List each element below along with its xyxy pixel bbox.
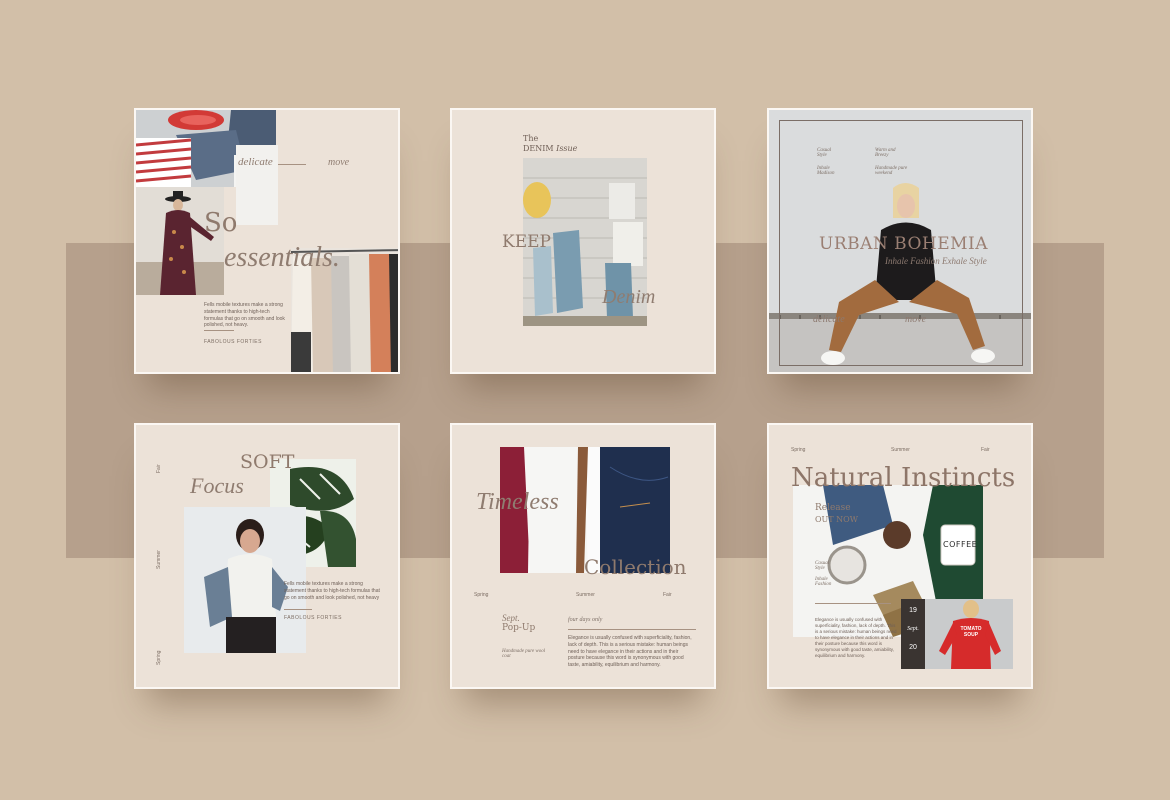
- template-card-natural-instincts[interactable]: Spring Summer Fair COFFEE Natural Instin…: [767, 423, 1033, 689]
- title-soft: SOFT: [240, 451, 295, 473]
- footer-divider: [284, 609, 312, 610]
- template-card-denim-issue[interactable]: The DENIM Issue KEEP Denim: [450, 108, 716, 374]
- issue-the: The: [523, 134, 539, 143]
- woman-hat-illustration: [136, 187, 224, 295]
- title-essentials: essentials.: [224, 242, 340, 273]
- note-fashion: Fashion: [815, 582, 832, 587]
- season-fair: Fair: [663, 592, 672, 598]
- template-card-timeless-collection[interactable]: Timeless Collection Spring Summer Fair S…: [450, 423, 716, 689]
- body-text: Fells mobile textures make a strong stat…: [204, 302, 285, 329]
- footer-label: FABOLOUS FORTIES: [204, 339, 262, 345]
- date-popup: Pop-Up: [502, 623, 536, 633]
- body-text: Elegance is usually confused with superf…: [568, 635, 692, 668]
- mug-label: COFFEE: [943, 540, 978, 549]
- season-summer: Summer: [576, 592, 595, 598]
- season-summer: Summer: [891, 447, 910, 453]
- footer-divider: [204, 330, 234, 331]
- sweater-text: TOMATO SOUP: [960, 626, 982, 638]
- woman-portrait-illustration: [184, 507, 306, 653]
- four-days-only: four days only: [568, 617, 603, 623]
- issue-label: DENIM Issue: [523, 144, 577, 153]
- word-denim: Denim: [602, 286, 656, 308]
- desert-woman-photo: [136, 187, 224, 295]
- note-madison: Madison: [817, 171, 835, 176]
- word-delicate: delicate: [238, 156, 273, 168]
- note-style: Style: [817, 153, 827, 158]
- notes-list: Casual Style Inhale Fashion: [815, 561, 831, 587]
- date-20: 20: [909, 644, 917, 651]
- body-text: Elegance is usually confused with superf…: [815, 617, 897, 659]
- release-label: Release: [815, 503, 851, 513]
- red-sweater-photo: TOMATO SOUP: [925, 599, 1013, 669]
- template-card-so-essentials[interactable]: delicate move So essentials. Fells mobil…: [134, 108, 400, 374]
- title-urban-bohemia: URBAN BOHEMIA: [819, 234, 989, 254]
- title-collection: Collection: [584, 555, 687, 579]
- handmade-note: Handmade pure wool coat: [502, 649, 546, 659]
- word-keep: KEEP: [502, 232, 551, 252]
- title-timeless: Timeless: [476, 489, 559, 515]
- template-card-urban-bohemia[interactable]: Casual Style Inhale Madison Warm and Bre…: [767, 108, 1033, 374]
- body-text: Fells mobile textures make a strong stat…: [284, 581, 380, 601]
- date-19: 19: [909, 607, 917, 614]
- title-focus: Focus: [190, 473, 244, 498]
- word-move: move: [905, 314, 927, 325]
- season-spring: Spring: [791, 447, 806, 453]
- season-fair: Fair: [981, 447, 990, 453]
- divider-line: [815, 603, 891, 604]
- woman-portrait-photo: [184, 507, 306, 653]
- notes-left: Casual Style Inhale Madison: [817, 148, 835, 176]
- divider-line: [278, 164, 306, 165]
- template-card-soft-focus[interactable]: Fair Summer Spring SOFT Focus Fells mobi…: [134, 423, 400, 689]
- issue-word: Issue: [556, 144, 578, 153]
- title-so: So: [204, 208, 238, 238]
- season-spring: Spring: [474, 592, 489, 598]
- word-move: move: [328, 157, 350, 168]
- side-label-summer: Summer: [156, 550, 162, 569]
- subtitle-inhale-exhale: Inhale Fashion Exhale Style: [885, 256, 987, 266]
- notes-right: Warm and Breezy Handmade pure weekend: [875, 148, 907, 176]
- note-weekend: weekend: [875, 171, 893, 176]
- date-sept: Sept.: [907, 626, 919, 632]
- title-natural-instincts: Natural Instincts: [791, 463, 1016, 493]
- out-now-label: OUT NOW: [815, 515, 858, 524]
- date-sept: Sept.: [502, 613, 520, 623]
- note-style: Style: [815, 566, 825, 571]
- issue-denim: DENIM: [523, 144, 554, 153]
- side-label-fair: Fair: [156, 464, 162, 473]
- footer-label: FABOLOUS FORTIES: [284, 615, 342, 621]
- divider-line: [568, 629, 696, 630]
- date-box: 19 Sept. 20: [901, 599, 925, 669]
- side-label-spring: Spring: [156, 650, 162, 665]
- word-delicate: delicate: [813, 314, 845, 325]
- note-breezy: Breezy: [875, 153, 889, 158]
